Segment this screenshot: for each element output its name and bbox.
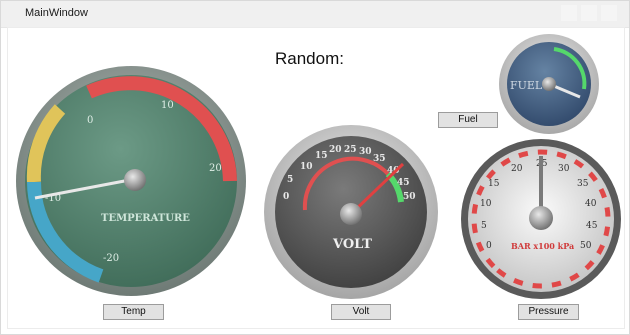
temperature-tick-minus-20: -20 (103, 253, 119, 264)
volt-tick-5: 5 (287, 175, 293, 185)
main-window: MainWindow Random: 0 10 20 -10 -20 TEMPE… (0, 0, 630, 335)
temperature-gauge: 0 10 20 -10 -20 TEMPERATURE (16, 66, 246, 296)
volt-tick-10: 10 (300, 162, 313, 172)
fuel-gauge: FUEL (499, 34, 599, 134)
fuel-button[interactable]: Fuel (438, 112, 498, 128)
temp-button[interactable]: Temp (103, 304, 164, 320)
pressure-tick-5: 5 (481, 221, 487, 231)
temperature-tick-10: 10 (161, 100, 174, 111)
temperature-tick-20: 20 (209, 163, 222, 174)
volt-hub (340, 203, 362, 225)
window-title: MainWindow (25, 7, 88, 19)
pressure-label: BAR x100 kPa (511, 241, 574, 251)
pressure-tick-0: 0 (486, 241, 492, 251)
pressure-tick-35: 35 (577, 179, 589, 189)
fuel-label: FUEL (510, 79, 543, 92)
pressure-tick-20: 20 (511, 164, 523, 174)
minimize-button[interactable] (561, 5, 577, 21)
pressure-tick-30: 30 (558, 164, 570, 174)
title-bar[interactable]: MainWindow (1, 1, 629, 28)
pressure-tick-10: 10 (480, 199, 492, 209)
maximize-button[interactable] (581, 5, 597, 21)
pressure-hub (529, 206, 553, 230)
volt-button[interactable]: Volt (331, 304, 391, 320)
volt-tick-50: 50 (403, 192, 416, 202)
volt-label: VOLT (332, 237, 372, 252)
temperature-tick-0: 0 (87, 115, 93, 126)
volt-tick-15: 15 (315, 151, 328, 161)
temperature-label: TEMPERATURE (101, 213, 190, 224)
pressure-tick-15: 15 (488, 179, 500, 189)
volt-tick-25: 25 (344, 145, 357, 155)
temperature-hub (124, 169, 146, 191)
volt-tick-35: 35 (373, 154, 386, 164)
pressure-button[interactable]: Pressure (518, 304, 579, 320)
fuel-hub (542, 77, 556, 91)
pressure-tick-45: 45 (586, 221, 598, 231)
pressure-tick-40: 40 (585, 199, 597, 209)
pressure-tick-50: 50 (580, 241, 592, 251)
volt-tick-30: 30 (359, 147, 372, 157)
pressure-gauge: 0 5 10 15 20 25 30 35 40 45 50 BAR x100 … (461, 139, 621, 299)
volt-tick-45: 45 (397, 178, 410, 188)
volt-tick-20: 20 (329, 145, 342, 155)
volt-gauge: 0 5 10 15 20 25 30 35 40 45 50 VOLT (264, 125, 438, 299)
close-button[interactable] (601, 5, 617, 21)
volt-tick-0: 0 (283, 192, 289, 202)
random-heading: Random: (275, 49, 344, 68)
